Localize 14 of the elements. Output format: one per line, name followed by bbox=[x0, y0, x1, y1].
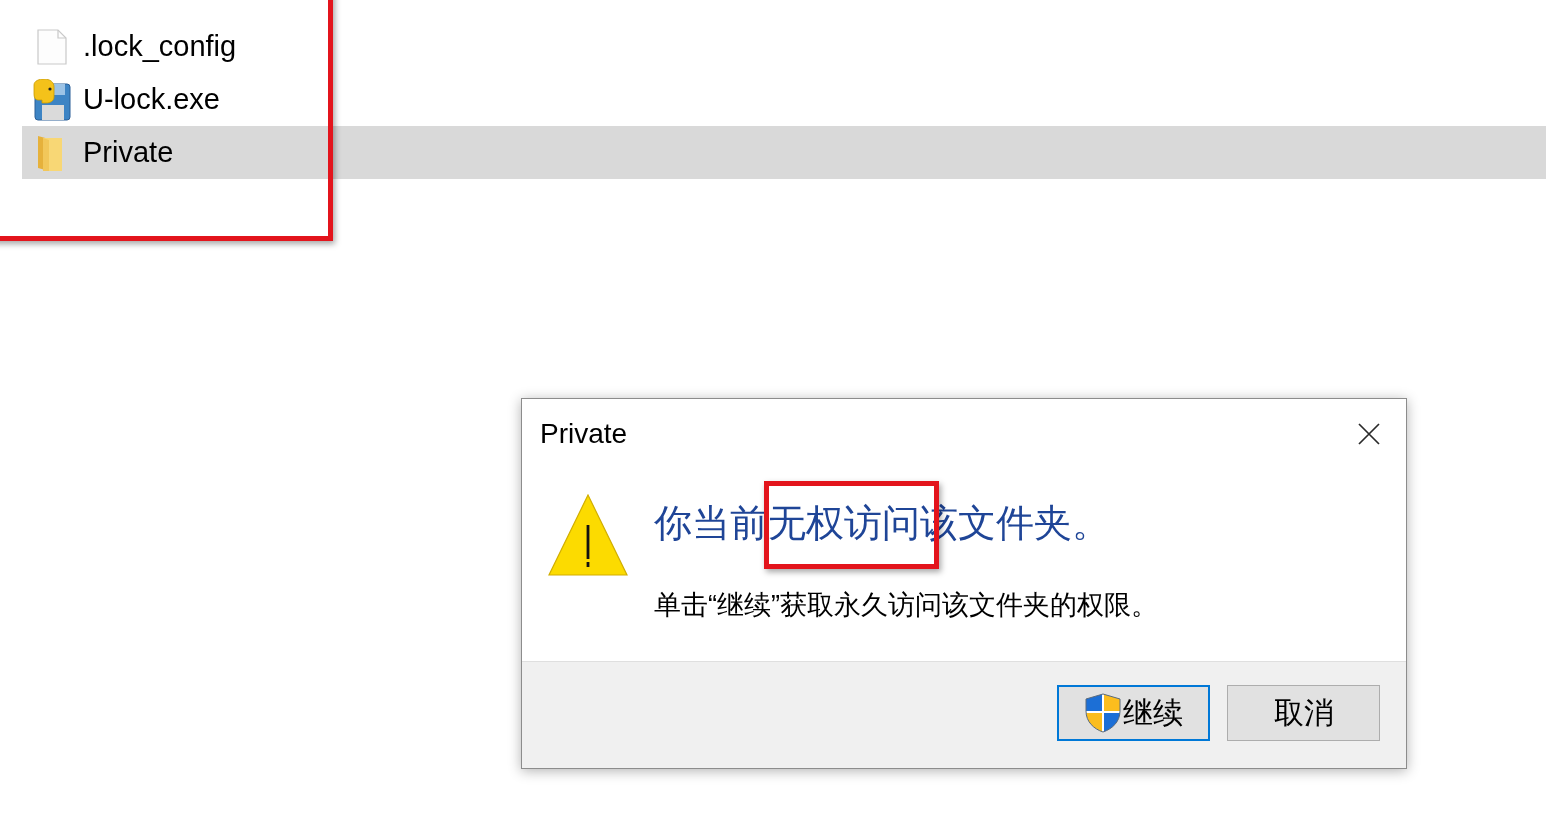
dialog-title: Private bbox=[540, 418, 628, 450]
floppy-disk-icon bbox=[33, 78, 71, 121]
blank-file-icon bbox=[37, 28, 67, 65]
close-icon bbox=[1358, 423, 1380, 445]
close-button[interactable] bbox=[1358, 423, 1380, 445]
dialog-message: 单击“继续”获取永久访问该文件夹的权限。 bbox=[654, 589, 1158, 622]
continue-button[interactable]: 继续 bbox=[1057, 685, 1210, 741]
warning-icon bbox=[548, 494, 628, 576]
file-item[interactable]: U-lock.exe bbox=[22, 73, 1546, 126]
file-item[interactable]: Private bbox=[22, 126, 1546, 179]
shield-icon bbox=[1084, 693, 1121, 733]
file-item[interactable]: .lock_config bbox=[22, 20, 1546, 73]
folder-icon bbox=[37, 133, 63, 172]
cancel-button[interactable]: 取消 bbox=[1227, 685, 1380, 741]
